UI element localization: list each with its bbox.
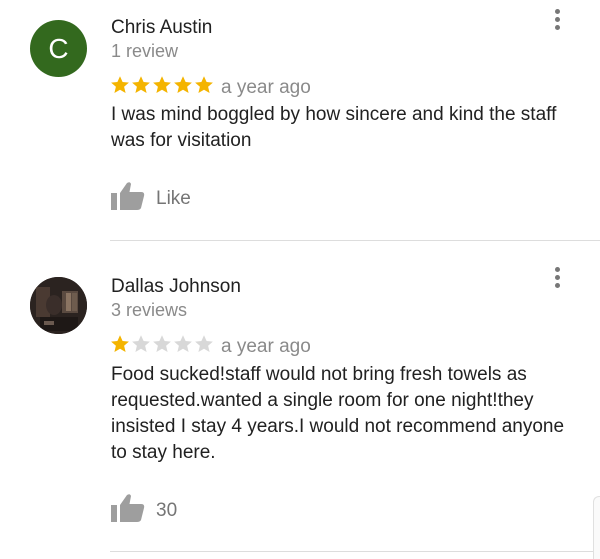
thumbs-up-icon bbox=[110, 493, 146, 528]
like-button[interactable]: 30 bbox=[110, 493, 177, 528]
star-empty-icon bbox=[153, 335, 171, 352]
avatar[interactable]: C bbox=[30, 20, 87, 77]
star-filled-icon bbox=[195, 76, 213, 93]
reviewer-name[interactable]: Dallas Johnson bbox=[111, 276, 241, 298]
star-rating bbox=[110, 75, 215, 95]
more-vert-icon[interactable] bbox=[549, 9, 565, 35]
review-time: a year ago bbox=[221, 77, 311, 98]
star-rating bbox=[110, 334, 215, 354]
review-card-dallas-johnson: Dallas Johnson 3 reviews a year ago Food… bbox=[0, 241, 600, 558]
star-empty-icon bbox=[195, 335, 213, 352]
more-vert-icon[interactable] bbox=[549, 267, 565, 293]
reviewer-review-count[interactable]: 1 review bbox=[111, 41, 178, 62]
review-card-chris-austin: C Chris Austin 1 review a year ago I was… bbox=[0, 0, 600, 240]
like-label: Like bbox=[156, 187, 191, 209]
review-time: a year ago bbox=[221, 336, 311, 357]
star-filled-icon bbox=[111, 76, 129, 93]
review-text: I was mind boggled by how sincere and ki… bbox=[111, 104, 557, 151]
star-filled-icon bbox=[153, 76, 171, 93]
scroll-edge bbox=[593, 496, 600, 559]
like-count: 30 bbox=[156, 499, 178, 521]
divider bbox=[110, 551, 600, 552]
like-button[interactable]: Like bbox=[110, 181, 191, 216]
star-filled-icon bbox=[132, 76, 150, 93]
star-filled-icon bbox=[174, 76, 192, 93]
thumbs-up-icon bbox=[110, 181, 146, 216]
star-empty-icon bbox=[132, 335, 150, 352]
avatar[interactable] bbox=[30, 277, 87, 334]
star-filled-icon bbox=[111, 335, 129, 352]
star-empty-icon bbox=[174, 335, 192, 352]
review-text: Food sucked!staff would not bring fresh … bbox=[111, 364, 565, 463]
reviewer-review-count[interactable]: 3 reviews bbox=[111, 300, 187, 321]
reviewer-name[interactable]: Chris Austin bbox=[111, 17, 212, 39]
